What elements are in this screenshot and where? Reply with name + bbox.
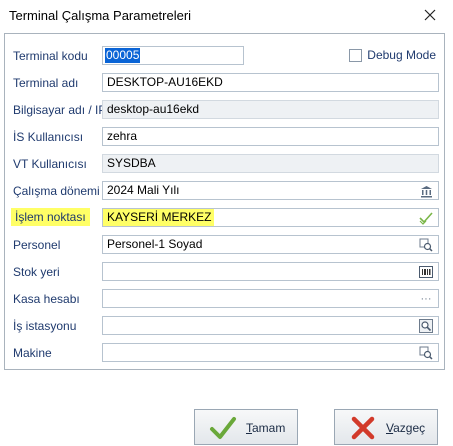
is-istasyonu-label: İş istasyonu <box>13 319 77 333</box>
kasa-hesabi-label: Kasa hesabı <box>13 292 80 306</box>
tamam-label-rest: amam <box>252 421 286 435</box>
terminal-adi-label: Terminal adı <box>13 76 79 90</box>
tamam-label: Tamam <box>246 421 285 435</box>
is-kullanicisi-input[interactable]: zehra <box>102 127 439 146</box>
ok-check-icon <box>210 417 236 439</box>
calisma-donemi-input[interactable]: 2024 Mali Yılı <box>102 181 439 200</box>
personel-value: Personel-1 Soyad <box>107 237 203 251</box>
window-title: Terminal Çalışma Parametreleri <box>9 8 192 23</box>
stok-yeri-input[interactable] <box>102 262 439 281</box>
makine-input[interactable] <box>102 343 439 362</box>
vazgec-label: Vazgeç <box>386 421 425 435</box>
is-kullanicisi-value: zehra <box>107 129 138 143</box>
close-icon <box>424 9 436 21</box>
vt-kullanicisi-label: VT Kullanıcısı <box>13 157 87 171</box>
terminal-kodu-input[interactable]: 00005 <box>102 46 244 65</box>
check-icon[interactable] <box>418 210 434 226</box>
stok-yeri-label: Stok yeri <box>13 265 60 279</box>
kasa-hesabi-input[interactable]: ··· <box>102 289 439 308</box>
bank-icon[interactable] <box>418 183 434 199</box>
ellipsis-icon[interactable]: ··· <box>418 291 434 307</box>
checkbox-box[interactable] <box>349 48 363 62</box>
personel-input[interactable]: Personel-1 Soyad <box>102 235 439 254</box>
lookup-icon[interactable] <box>418 345 434 361</box>
terminal-kodu-value: 00005 <box>105 48 141 63</box>
vazgec-button[interactable]: Vazgeç <box>334 409 438 445</box>
makine-label: Makine <box>13 346 52 360</box>
dialog-window: Terminal Çalışma Parametreleri Terminal … <box>0 0 453 446</box>
debug-mode-label: Debug Mode <box>367 48 436 62</box>
vazgec-label-rest: azgeç <box>393 421 426 435</box>
islem-noktasi-input[interactable]: KAYSERİ MERKEZ <box>102 208 439 227</box>
cancel-x-icon <box>351 416 375 440</box>
bilgisayar-adi-value: desktop-au16ekd <box>107 102 200 116</box>
terminal-adi-value: DESKTOP-AU16EKD <box>107 75 223 89</box>
islem-noktasi-value: KAYSERİ MERKEZ <box>103 209 215 226</box>
bilgisayar-adi-field: desktop-au16ekd <box>102 100 439 119</box>
debug-mode-checkbox[interactable]: Debug Mode <box>349 48 436 62</box>
islem-noktasi-label: İşlem noktası <box>11 208 90 226</box>
barcode-icon[interactable] <box>418 264 434 280</box>
is-kullanicisi-label: İS Kullanıcısı <box>13 130 84 144</box>
calisma-donemi-label: Çalışma dönemi <box>13 184 100 198</box>
vt-kullanicisi-field: SYSDBA <box>102 154 439 173</box>
personel-label: Personel <box>13 238 61 252</box>
tamam-button[interactable]: Tamam <box>194 409 298 445</box>
calisma-donemi-value: 2024 Mali Yılı <box>107 183 180 197</box>
is-istasyonu-input[interactable] <box>102 316 439 335</box>
bilgisayar-adi-label: Bilgisayar adı / IP <box>13 103 107 117</box>
search-icon[interactable] <box>418 318 434 334</box>
lookup-icon[interactable] <box>418 237 434 253</box>
terminal-kodu-label: Terminal kodu <box>13 49 88 63</box>
close-button[interactable] <box>407 0 453 30</box>
terminal-adi-input[interactable]: DESKTOP-AU16EKD <box>102 73 439 92</box>
vt-kullanicisi-value: SYSDBA <box>107 156 156 170</box>
parameters-panel: Terminal kodu 00005 Debug Mode Terminal … <box>4 33 445 370</box>
title-bar: Terminal Çalışma Parametreleri <box>0 0 453 30</box>
